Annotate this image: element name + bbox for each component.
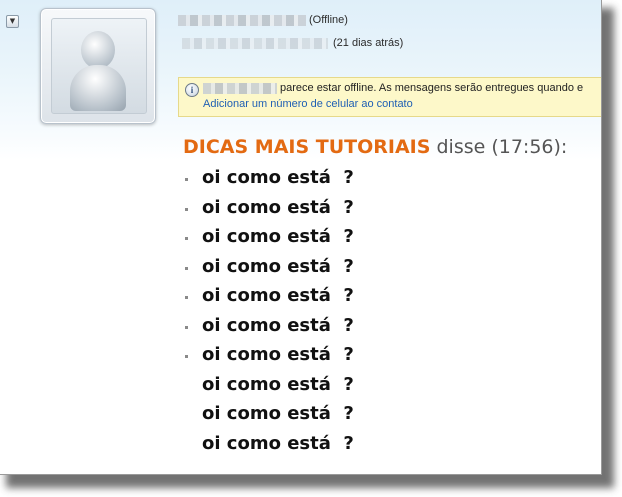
bullet-icon	[185, 296, 188, 299]
message-text: oi como está ?	[202, 344, 354, 365]
avatar-head	[81, 31, 115, 69]
bullet-icon	[185, 207, 188, 211]
default-user-icon	[51, 18, 147, 114]
message-item: oi como está ?	[185, 193, 585, 223]
message-item: oi como está ?	[185, 399, 585, 429]
last-seen: (21 dias atrás)	[333, 37, 404, 49]
message-item: oi como está ?	[185, 340, 585, 370]
sender-name: DICAS MAIS TUTORIAIS	[183, 136, 431, 158]
contact-status: (Offline)	[309, 14, 348, 26]
chevron-down-icon[interactable]: ▼	[6, 15, 19, 28]
redacted-contact-name-info	[203, 83, 277, 94]
message-text: oi como está ?	[202, 255, 354, 277]
message-text: oi como está ?	[202, 314, 354, 336]
bullet-icon	[185, 355, 188, 358]
info-icon: i	[185, 83, 199, 97]
redacted-contact-name	[178, 15, 306, 26]
message-text: oi como está ?	[202, 167, 354, 188]
message-text: oi como está ?	[202, 226, 354, 247]
add-phone-link[interactable]: Adicionar um número de celular ao contat…	[203, 98, 413, 110]
message-item: oi como está ?	[185, 222, 585, 252]
message-item: oi como está ?	[185, 163, 585, 193]
message-text: oi como está ?	[202, 403, 354, 424]
message-item: oi como está ?	[185, 370, 585, 400]
message-item: oi como está ?	[185, 429, 585, 459]
offline-message: parece estar offline. As mensagens serão…	[280, 82, 584, 94]
message-item: oi como está ?	[185, 252, 585, 282]
bullet-icon	[185, 325, 188, 329]
sender-timestamp: disse (17:56):	[430, 136, 568, 158]
message-item: oi como está ?	[185, 311, 585, 341]
avatar-body	[70, 65, 126, 111]
bullet-icon	[185, 237, 188, 240]
bullet-icon	[185, 266, 188, 270]
message-text: oi como está ?	[202, 432, 354, 454]
offline-info-bar: i parece estar offline. As mensagens ser…	[178, 77, 601, 117]
message-header: DICAS MAIS TUTORIAIS disse (17:56):	[183, 135, 567, 159]
chat-window: ▼ (Offline) (21 dias atrás) i parece est…	[0, 0, 602, 475]
redacted-personal-message	[182, 38, 328, 49]
message-item: oi como está ?	[185, 281, 585, 311]
avatar[interactable]	[40, 8, 156, 124]
message-text: oi como está ?	[202, 373, 354, 395]
bullet-icon	[185, 178, 188, 181]
message-text: oi como está ?	[202, 196, 354, 218]
message-list: oi como está ? oi como está ? oi como está…	[185, 163, 585, 458]
message-text: oi como está ?	[202, 285, 354, 306]
